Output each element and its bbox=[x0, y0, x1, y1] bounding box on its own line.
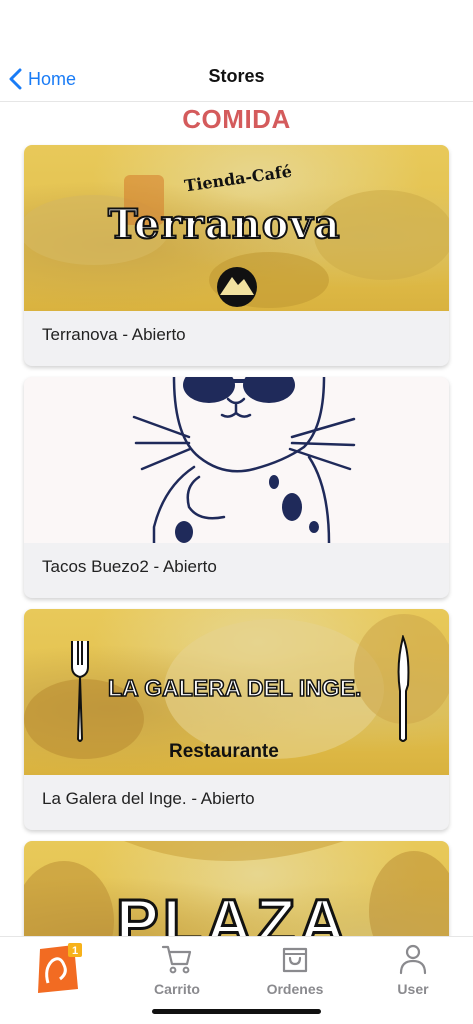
user-icon bbox=[399, 944, 427, 975]
tab-cart[interactable]: Carrito bbox=[127, 943, 227, 999]
la-galera-logo-sub: Restaurante bbox=[169, 741, 279, 762]
store-image-la-galera: LA GALERA DEL INGE. Restaurante bbox=[24, 609, 449, 775]
store-card-la-galera[interactable]: LA GALERA DEL INGE. Restaurante La Galer… bbox=[24, 609, 449, 830]
store-card-terranova[interactable]: Tienda-Café Terranova Terranova - Abiert… bbox=[24, 145, 449, 366]
store-card-tacos-buezo2[interactable]: Tacos Buezo2 - Abierto bbox=[24, 377, 449, 598]
terranova-mountain-icon bbox=[217, 267, 257, 307]
store-label: La Galera del Inge. - Abierto bbox=[42, 789, 255, 808]
tab-user-label: User bbox=[397, 981, 429, 997]
fork-icon bbox=[71, 641, 89, 742]
tab-orders-label: Ordenes bbox=[266, 981, 324, 997]
knife-icon bbox=[397, 635, 410, 742]
cart-icon bbox=[161, 945, 192, 974]
cat-sunglasses-icon bbox=[132, 377, 356, 543]
tab-user[interactable]: User bbox=[363, 943, 463, 999]
tab-orders[interactable]: Ordenes bbox=[245, 943, 345, 999]
home-badge: 1 bbox=[72, 945, 78, 957]
terranova-logo-main: Terranova bbox=[107, 200, 341, 249]
store-image-terranova: Tienda-Café Terranova bbox=[24, 145, 449, 311]
status-bar bbox=[0, 0, 473, 56]
page-title: Stores bbox=[208, 66, 265, 86]
app-logo-icon: 1 bbox=[38, 943, 82, 993]
la-galera-logo-main: LA GALERA DEL INGE. bbox=[107, 674, 362, 702]
store-label: Tacos Buezo2 - Abierto bbox=[42, 557, 217, 576]
store-label: Terranova - Abierto bbox=[42, 325, 186, 344]
tab-home[interactable]: 1 bbox=[12, 943, 112, 999]
shopping-bag-icon bbox=[282, 947, 308, 973]
home-indicator bbox=[152, 1009, 321, 1014]
store-image-tacos-buezo2 bbox=[24, 377, 449, 543]
navigation-bar: Home Stores bbox=[0, 56, 473, 102]
tab-cart-label: Carrito bbox=[154, 981, 200, 997]
section-title: COMIDA bbox=[182, 104, 291, 134]
